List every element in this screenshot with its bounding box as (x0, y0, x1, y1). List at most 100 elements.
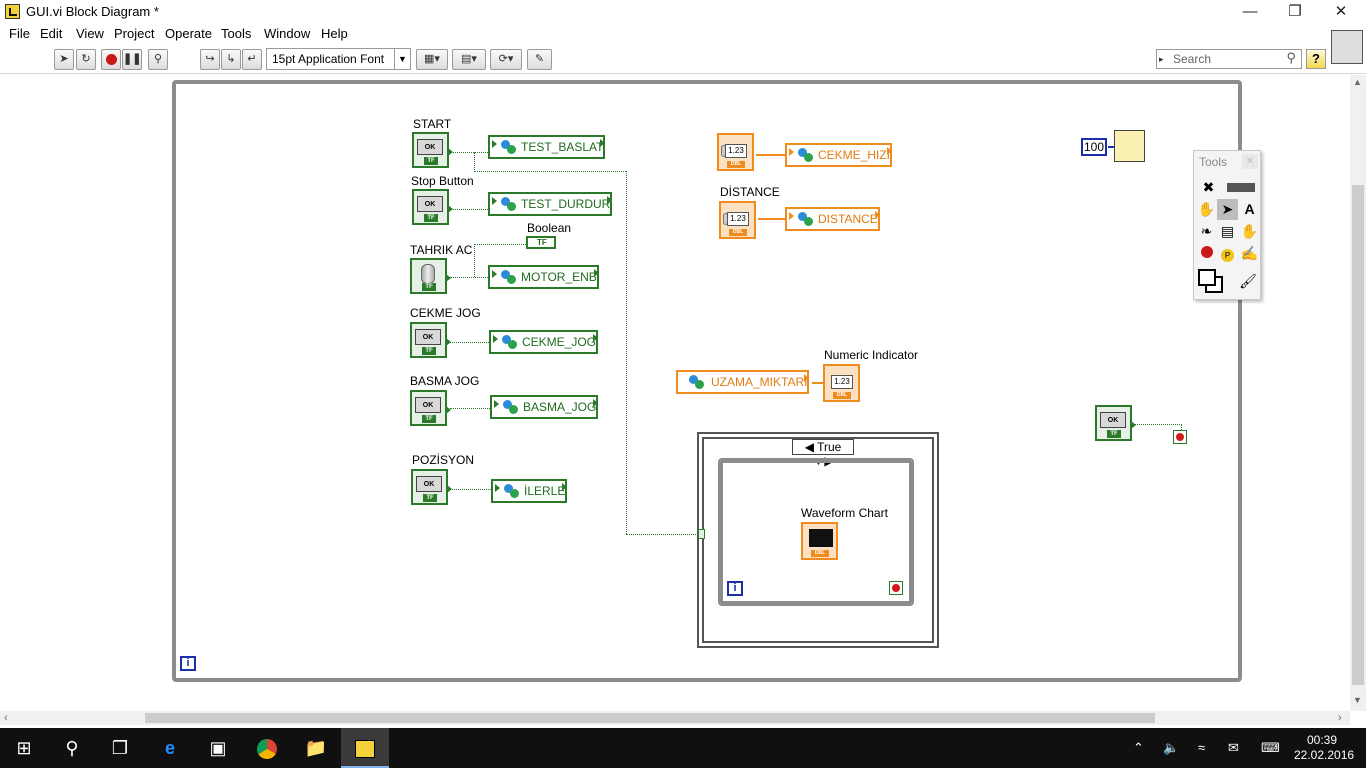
paint-brush-icon[interactable]: 🖌 (1236, 271, 1260, 295)
volume-muted-icon[interactable]: 🔈 (1163, 740, 1179, 756)
search-icon[interactable]: ⚲ (48, 728, 96, 768)
loop-iteration-terminal[interactable]: i (180, 656, 196, 671)
case-selector[interactable]: ◀ True ▼▶ (792, 439, 854, 468)
wire (450, 277, 488, 278)
scroll-right-arrow-icon[interactable]: › (1338, 711, 1342, 725)
shared-variable-test-baslat[interactable]: TEST_BASLAT (488, 135, 606, 159)
step-over-icon[interactable]: ↵ (242, 49, 262, 70)
loop-stop-button-terminal[interactable]: OK TF (1095, 405, 1136, 441)
run-continuously-icon[interactable]: ↻ (76, 49, 96, 70)
minimize-button[interactable]: — (1227, 2, 1273, 22)
connect-wire-icon[interactable]: ❧ (1196, 221, 1217, 242)
horizontal-scroll-thumb[interactable] (145, 713, 1155, 723)
edit-text-icon[interactable]: A (1239, 199, 1260, 220)
menu-operate[interactable]: Operate (165, 26, 212, 41)
shared-variable-ilerle[interactable]: İLERLE (491, 479, 568, 503)
cekme-hizi-numeric-control[interactable]: 1.23 DBL (717, 133, 754, 171)
wire (474, 152, 475, 172)
search-input[interactable]: ▸ Search ⚲ (1156, 49, 1302, 69)
horizontal-scrollbar[interactable]: ‹ › (0, 711, 1350, 725)
breakpoint-icon[interactable] (1196, 243, 1217, 264)
menu-window[interactable]: Window (264, 26, 310, 41)
numeric-constant[interactable]: 100 (1081, 138, 1107, 156)
shared-variable-distance[interactable]: DISTANCE (785, 207, 880, 231)
retain-wire-values-icon[interactable]: ↪ (200, 49, 220, 70)
operate-value-hand-icon[interactable]: ✋ (1196, 199, 1217, 220)
start-windows-icon[interactable]: ⊞ (0, 728, 48, 768)
run-arrow-icon[interactable]: ➤ (54, 49, 74, 70)
context-help-button[interactable]: ? (1306, 49, 1326, 69)
clean-up-diagram-icon[interactable]: ✎ (527, 49, 552, 70)
abort-icon[interactable] (101, 49, 121, 70)
system-clock[interactable]: 00:39 22.02.2016 (1294, 733, 1354, 763)
menu-view[interactable]: View (76, 26, 104, 41)
set-color-icon[interactable] (1197, 268, 1227, 296)
step-into-icon[interactable]: ↳ (221, 49, 241, 70)
inner-loop-iteration-terminal[interactable]: i (727, 581, 743, 596)
shared-variable-motor-enb[interactable]: MOTOR_ENB (488, 265, 599, 289)
highlight-execution-bulb-icon[interactable]: ⚲ (148, 49, 168, 70)
toggle-switch-icon (421, 264, 435, 284)
labview-taskbar-icon[interactable] (341, 728, 389, 768)
tahrik-ac-label: TAHRIK AC (410, 243, 473, 257)
shared-variable-cekme-jog[interactable]: CEKME_JOG (489, 330, 599, 354)
scroll-left-arrow-icon[interactable]: ‹ (4, 711, 8, 725)
stop-button-terminal[interactable]: OK TF (412, 189, 453, 225)
chrome-icon[interactable] (243, 728, 291, 768)
toolbar: ➤ ↻ ❚❚ ⚲ ↪ ↳ ↵ 15pt Application Font ▼ ▦… (0, 44, 1366, 74)
shared-variable-test-durdur[interactable]: TEST_DURDUR (488, 192, 613, 216)
basma-jog-button-terminal[interactable]: OK TF (410, 390, 451, 426)
menu-file[interactable]: File (9, 26, 30, 41)
object-shortcut-menu-icon[interactable]: ▤ (1217, 221, 1238, 242)
menu-tools[interactable]: Tools (221, 26, 251, 41)
search-icon[interactable]: ⚲ (1286, 49, 1296, 67)
align-objects-icon[interactable]: ▦▾ (416, 49, 448, 70)
boolean-indicator-terminal[interactable]: TF (526, 236, 556, 249)
menu-project[interactable]: Project (114, 26, 154, 41)
distribute-objects-icon[interactable]: ▤▾ (452, 49, 486, 70)
scroll-up-arrow-icon[interactable]: ▲ (1353, 77, 1362, 87)
numeric-indicator-terminal[interactable]: 1.23 DBL (823, 364, 860, 402)
cekme-jog-button-terminal[interactable]: OK TF (410, 322, 451, 358)
inner-loop-stop-terminal[interactable] (889, 581, 903, 595)
store-icon[interactable]: ▣ (194, 728, 242, 768)
shared-variable-basma-jog[interactable]: BASMA_JOG (490, 395, 599, 419)
vi-icon-connector-pane[interactable] (1331, 30, 1363, 64)
keyboard-icon[interactable]: ⌨ (1261, 740, 1280, 756)
outer-loop-stop-terminal[interactable] (1173, 430, 1187, 444)
action-center-icon[interactable]: ✉ (1228, 740, 1239, 756)
scroll-window-hand-icon[interactable]: ✋ (1239, 221, 1260, 242)
reorder-icon[interactable]: ⟳▾ (490, 49, 522, 70)
menu-edit[interactable]: Edit (40, 26, 62, 41)
waveform-chart-terminal[interactable]: DBL (801, 522, 838, 560)
vertical-scroll-thumb[interactable] (1352, 185, 1364, 685)
tools-palette[interactable]: Tools ✕ ✖ ✋ ➤ A ❧ ▤ ✋ P ✍ 🖌 (1193, 150, 1261, 300)
clock-time: 00:39 (1306, 733, 1338, 747)
shared-variable-uzama-miktari[interactable]: UZAMA_MIKTARI (676, 370, 810, 394)
wait-ms-metronome-icon[interactable] (1114, 130, 1145, 162)
start-label: START (413, 117, 452, 131)
scroll-down-arrow-icon[interactable]: ▼ (1353, 695, 1362, 705)
vertical-scrollbar[interactable]: ▲ ▼ (1350, 75, 1366, 711)
task-view-icon[interactable]: ❐ (96, 728, 144, 768)
probe-icon[interactable]: P (1217, 243, 1238, 264)
restore-button[interactable]: ❐ (1272, 2, 1318, 22)
shared-variable-cekme-hizi[interactable]: CEKME_HIZI (785, 143, 893, 167)
close-button[interactable]: ✕ (1318, 2, 1364, 22)
pozisyon-button-terminal[interactable]: OK TF (411, 469, 452, 505)
get-color-eyedropper-icon[interactable]: ✍ (1239, 243, 1260, 264)
start-button-terminal[interactable]: OK TF (412, 132, 453, 168)
pause-icon[interactable]: ❚❚ (122, 49, 142, 70)
distance-numeric-control[interactable]: 1.23 DBL (719, 201, 756, 239)
position-size-select-arrow-icon[interactable]: ➤ (1217, 199, 1238, 220)
close-icon[interactable]: ✕ (1242, 154, 1258, 169)
wifi-icon[interactable]: ≈ (1198, 740, 1205, 755)
tahrik-ac-toggle-terminal[interactable]: TF (410, 258, 451, 294)
file-explorer-folder-icon[interactable]: 📁 (292, 728, 340, 768)
edge-browser-icon[interactable]: e (146, 728, 194, 768)
text-settings-dropdown[interactable]: 15pt Application Font ▼ (266, 48, 411, 70)
block-diagram[interactable]: i START OK TF TEST_BASLAT Stop Button OK T… (0, 75, 1350, 711)
show-hidden-icons-chevron-icon[interactable]: ⌃ (1133, 740, 1144, 756)
automatic-tool-icon[interactable]: ✖ (1198, 177, 1219, 198)
menu-help[interactable]: Help (321, 26, 348, 41)
